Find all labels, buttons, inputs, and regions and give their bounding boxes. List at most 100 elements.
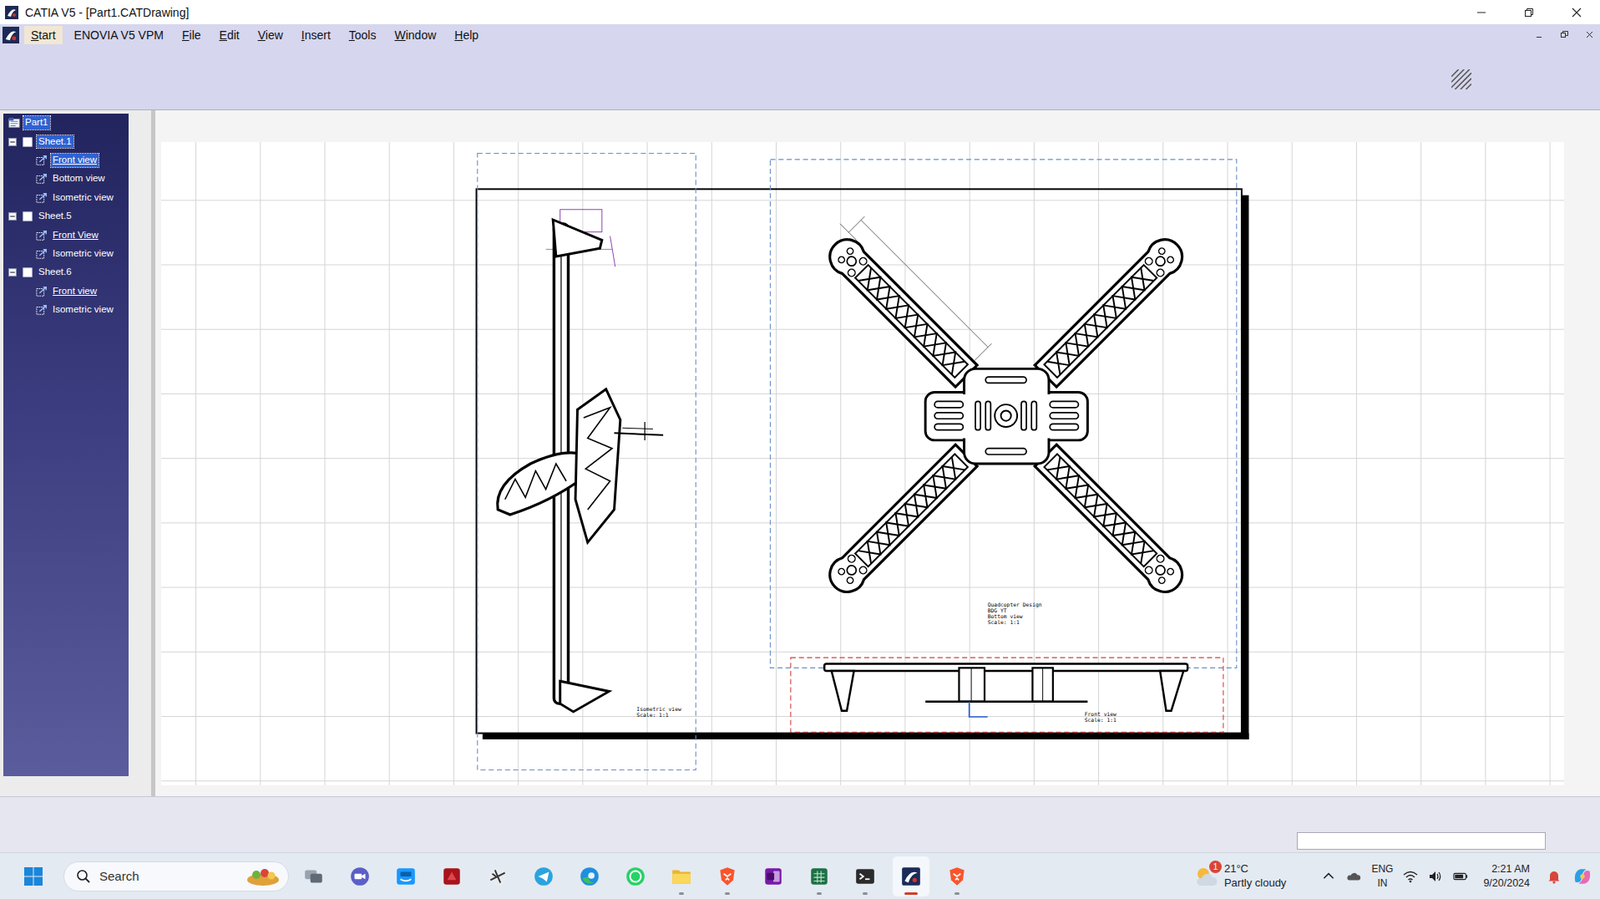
search-icon [75, 868, 92, 884]
taskview-icon [303, 865, 325, 887]
tree-item[interactable]: Front view [3, 151, 129, 170]
language-indicator[interactable]: ENGIN [1371, 861, 1393, 889]
expander-icon[interactable] [8, 212, 17, 221]
expander-icon[interactable] [8, 137, 17, 147]
minimize-button[interactable] [1457, 0, 1505, 25]
tree-item[interactable]: Sheet.1 [3, 131, 129, 151]
front-view-frame[interactable] [790, 657, 1224, 732]
tree-label[interactable]: Sheet.6 [36, 265, 74, 279]
front-view-label: Scale: 1:1 [1084, 716, 1117, 723]
tree-label[interactable]: Isometric view [50, 191, 116, 205]
terminal-icon [854, 865, 876, 887]
taskbar-app[interactable] [479, 855, 517, 897]
copilot-icon[interactable] [1571, 865, 1594, 887]
menu-item[interactable]: Help [447, 25, 486, 45]
tree-label[interactable]: Front view [50, 153, 99, 168]
taskbar-app[interactable] [708, 855, 746, 897]
tree-item[interactable]: Isometric view [3, 300, 129, 319]
taskbar-app[interactable] [341, 855, 379, 897]
menu-item[interactable]: Insert [294, 25, 338, 45]
mdi-minimize-button[interactable] [1529, 26, 1549, 44]
aircraft-icon [486, 865, 509, 887]
window-title: CATIA V5 - [Part1.CATDrawing] [25, 5, 189, 20]
tree-item[interactable]: Sheet.5 [3, 207, 129, 226]
tree-label[interactable]: Front view [50, 284, 99, 299]
bottom-view-frame[interactable] [769, 159, 1236, 668]
cloud-icon[interactable] [1346, 868, 1362, 884]
taskbar-app[interactable] [617, 855, 654, 897]
drawing-canvas[interactable]: Quadcopter DesignBDG YTBottom viewScale:… [161, 141, 1565, 785]
taskbar-app[interactable] [892, 855, 930, 897]
taskbar-app[interactable] [387, 855, 425, 897]
onenote-icon [762, 865, 785, 887]
mdi-close-button[interactable] [1579, 26, 1599, 44]
taskbar-app[interactable] [800, 855, 838, 897]
menu-bar: StartENOVIA V5 VPMFileEditViewInsertTool… [0, 24, 1600, 46]
view-icon [35, 285, 48, 298]
menu-item[interactable]: Tools [342, 25, 384, 45]
explorer-icon [670, 865, 693, 887]
taskbar-app[interactable] [433, 855, 471, 897]
taskbar-app[interactable] [571, 855, 608, 897]
workspace: Part1 Sheet.1 Front view Bottom view Isometr… [0, 110, 1600, 796]
taskbar-app[interactable] [754, 855, 792, 897]
meet-icon [349, 865, 371, 887]
command-input[interactable] [1296, 831, 1546, 850]
telegram-icon [532, 865, 555, 887]
quadcopter-front-view [824, 663, 1188, 717]
clock[interactable]: 2:21 AM9/20/2024 [1483, 861, 1530, 891]
tree-item[interactable]: Part1 [3, 113, 129, 132]
notification-bell-icon[interactable] [1546, 868, 1562, 884]
primevideo-icon [394, 865, 417, 887]
spreadsheet-icon [808, 865, 831, 887]
tree-label[interactable]: Isometric view [50, 303, 116, 317]
tree-label[interactable]: Sheet.5 [36, 209, 74, 223]
chevron-up-icon[interactable] [1321, 868, 1337, 884]
menu-item[interactable]: Window [387, 25, 443, 45]
windows-logo-icon [23, 865, 44, 887]
weather-widget[interactable]: 121°CPartly cloudy [1192, 861, 1287, 891]
isometric-view-frame[interactable] [477, 153, 696, 770]
title-block-text: Scale: 1:1 [987, 618, 1020, 625]
taskbar-app[interactable] [938, 855, 976, 897]
quadcopter-isometric-view [497, 209, 664, 712]
restore-icon [1524, 7, 1535, 18]
tree-item[interactable]: Sheet.6 [3, 263, 129, 282]
speaker-icon[interactable] [1427, 868, 1444, 884]
tree-item[interactable]: Isometric view [3, 244, 129, 264]
restore-button[interactable] [1504, 0, 1553, 25]
red-app-icon [440, 865, 463, 887]
hatch-icon[interactable] [1451, 69, 1472, 90]
search-box[interactable]: Search [63, 860, 289, 892]
tree-label[interactable]: Front View [50, 228, 101, 243]
wifi-icon[interactable] [1402, 868, 1418, 884]
start-button[interactable] [15, 857, 52, 895]
menu-item[interactable]: Start [24, 25, 63, 45]
taskbar-app[interactable] [295, 855, 333, 897]
tree-label[interactable]: Bottom view [50, 172, 107, 186]
tree-item[interactable]: Isometric view [3, 188, 129, 208]
tree-label[interactable]: Part1 [23, 116, 51, 130]
tree-item[interactable]: Bottom view [3, 169, 129, 188]
catia-logo-icon[interactable] [2, 26, 20, 44]
sheet-icon [21, 266, 34, 279]
expander-icon[interactable] [8, 268, 17, 277]
tree-label[interactable]: Sheet.1 [36, 135, 74, 149]
minimize-icon [1535, 30, 1544, 39]
taskbar-app[interactable] [525, 855, 563, 897]
mdi-restore-button[interactable] [1554, 26, 1574, 44]
menu-item[interactable]: View [251, 25, 290, 45]
brave-icon [946, 865, 968, 887]
view-icon [35, 248, 48, 260]
menu-item[interactable]: File [175, 25, 208, 45]
taskbar-app[interactable] [846, 855, 884, 897]
menu-item[interactable]: Edit [212, 25, 247, 45]
menu-item[interactable]: ENOVIA V5 VPM [67, 25, 171, 45]
taskbar-app[interactable] [663, 855, 700, 897]
close-button[interactable] [1552, 0, 1600, 25]
battery-icon[interactable] [1453, 868, 1469, 884]
tree-item[interactable]: Front view [3, 282, 129, 301]
tree-item[interactable]: Front View [3, 225, 129, 244]
close-icon [1585, 30, 1594, 39]
tree-label[interactable]: Isometric view [50, 247, 116, 261]
